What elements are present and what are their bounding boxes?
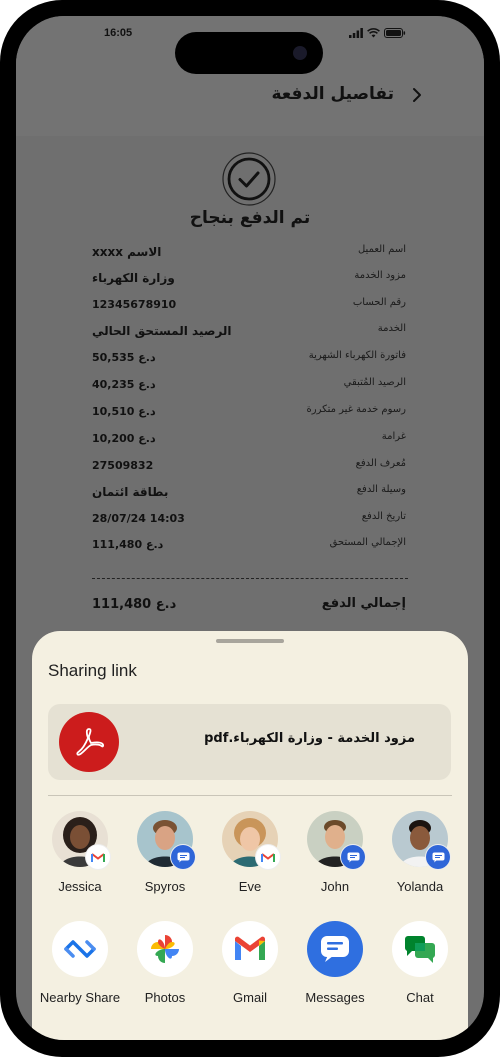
messages-icon (307, 921, 363, 977)
total-value: 111,480 د.ع (92, 597, 177, 612)
share-sheet-title: Sharing link (48, 661, 137, 680)
status-time: 16:05 (104, 27, 133, 39)
detail-row-remaining-balance: الرصيد المُتبقي 40,235 د.ع (16, 377, 484, 401)
gmail-icon (86, 845, 110, 869)
nearby-share-icon (52, 921, 108, 977)
phone-frame: 16:05 تفاصيل الدفعة تم الدفع بنجاح اسم ا… (0, 0, 500, 1057)
detail-value: وزارة الكهرباء (92, 271, 175, 285)
app-photos[interactable]: Photos (123, 921, 207, 1006)
detail-row-payment-method: وسيلة الدفع بطاقة ائتمان (16, 484, 484, 508)
detail-row-total-due: الإجمالي المستحق 111,480 د.ع (16, 537, 484, 561)
app-name: Nearby Share (39, 990, 121, 1005)
contact-name: Eve (238, 879, 262, 894)
dynamic-island (175, 32, 323, 74)
contact-eve[interactable]: Eve (208, 811, 292, 894)
battery-icon (384, 28, 406, 38)
detail-label: الإجمالي المستحق (329, 537, 406, 548)
app-name: Gmail (233, 990, 267, 1005)
app-nearby-share[interactable]: Nearby Share (38, 921, 122, 1006)
detail-value: الرصيد المستحق الحالي (92, 324, 232, 338)
contact-name: Yolanda (396, 879, 444, 894)
chevron-right-icon (413, 88, 421, 102)
detail-label: مُعرف الدفع (355, 458, 406, 469)
detail-row-customer-name: اسم العميل الاسم xxxx (16, 244, 484, 268)
contact-name: John (320, 879, 350, 894)
checkmark-circle-icon (222, 152, 276, 206)
share-sheet: Sharing link مزود الخدمة - وزارة الكهربا… (32, 631, 468, 1040)
detail-value: الاسم xxxx (92, 245, 162, 259)
file-name: مزود الخدمة - وزارة الكهرباء.pdf (204, 731, 415, 746)
detail-row-service: الخدمة الرصيد المستحق الحالي (16, 323, 484, 347)
detail-label: مزود الخدمة (354, 270, 406, 281)
detail-value: 10,510 د.ع (92, 405, 156, 418)
detail-label: الخدمة (377, 323, 406, 334)
detail-label: غرامة (381, 431, 406, 442)
avatar (137, 811, 195, 869)
shared-file-card[interactable]: مزود الخدمة - وزارة الكهرباء.pdf (48, 704, 451, 780)
detail-value: 40,235 د.ع (92, 378, 156, 391)
detail-label: الرصيد المُتبقي (343, 377, 406, 388)
contact-name: Spyros (144, 879, 186, 894)
detail-row-service-fees: رسوم خدمة غير متكررة 10,510 د.ع (16, 404, 484, 428)
gmail-icon (222, 921, 278, 977)
avatar (52, 811, 110, 869)
app-name: Photos (144, 990, 186, 1005)
contact-spyros[interactable]: Spyros (123, 811, 207, 894)
detail-value: 27509832 (92, 459, 154, 472)
app-gmail[interactable]: Gmail (208, 921, 292, 1006)
messages-icon (171, 845, 195, 869)
avatar (392, 811, 450, 869)
photos-icon (137, 921, 193, 977)
detail-value: 111,480 د.ع (92, 538, 164, 551)
status-icons (349, 28, 406, 38)
detail-row-account-number: رقم الحساب 12345678910 (16, 297, 484, 321)
detail-label: رسوم خدمة غير متكررة (306, 404, 407, 415)
dashed-divider (92, 578, 408, 579)
wifi-icon (367, 28, 380, 38)
detail-label: وسيلة الدفع (356, 484, 406, 495)
detail-row-penalty: غرامة 10,200 د.ع (16, 431, 484, 455)
signal-icon (349, 28, 363, 38)
page-title: تفاصيل الدفعة (271, 84, 394, 104)
pdf-icon (59, 712, 119, 772)
contact-jessica[interactable]: Jessica (38, 811, 122, 894)
total-label: إجمالي الدفع (321, 596, 406, 611)
messages-icon (341, 845, 365, 869)
detail-value: 28/07/24 14:03 (92, 512, 185, 525)
messages-icon (426, 845, 450, 869)
app-name: Chat (406, 990, 434, 1005)
back-button[interactable] (404, 82, 430, 108)
detail-label: اسم العميل (357, 244, 406, 255)
contact-yolanda[interactable]: Yolanda (378, 811, 462, 894)
avatar (307, 811, 365, 869)
detail-value: 50,535 د.ع (92, 351, 156, 364)
detail-row-payment-date: تاريخ الدفع 28/07/24 14:03 (16, 511, 484, 535)
detail-value: بطاقة ائتمان (92, 485, 169, 499)
camera-icon (293, 46, 307, 60)
gmail-icon (256, 845, 280, 869)
chat-icon (392, 921, 448, 977)
detail-label: فاتورة الكهرباء الشهرية (308, 350, 406, 361)
contacts-row: Jessica Spyros Eve John Yolanda (32, 811, 468, 901)
contact-name: Jessica (58, 879, 102, 894)
detail-label: رقم الحساب (352, 297, 406, 308)
detail-value: 12345678910 (92, 298, 177, 311)
contact-john[interactable]: John (293, 811, 377, 894)
drag-handle[interactable] (216, 639, 284, 643)
screen: 16:05 تفاصيل الدفعة تم الدفع بنجاح اسم ا… (16, 16, 484, 1040)
detail-row-service-provider: مزود الخدمة وزارة الكهرباء (16, 270, 484, 294)
app-name: Messages (305, 990, 365, 1005)
detail-label: تاريخ الدفع (361, 511, 406, 522)
detail-row-payment-id: مُعرف الدفع 27509832 (16, 458, 484, 482)
detail-row-monthly-bill: فاتورة الكهرباء الشهرية 50,535 د.ع (16, 350, 484, 374)
avatar (222, 811, 280, 869)
success-title: تم الدفع بنجاح (189, 208, 311, 228)
app-chat[interactable]: Chat (378, 921, 462, 1006)
app-messages[interactable]: Messages (293, 921, 377, 1006)
sheet-divider (48, 795, 452, 796)
detail-value: 10,200 د.ع (92, 432, 156, 445)
